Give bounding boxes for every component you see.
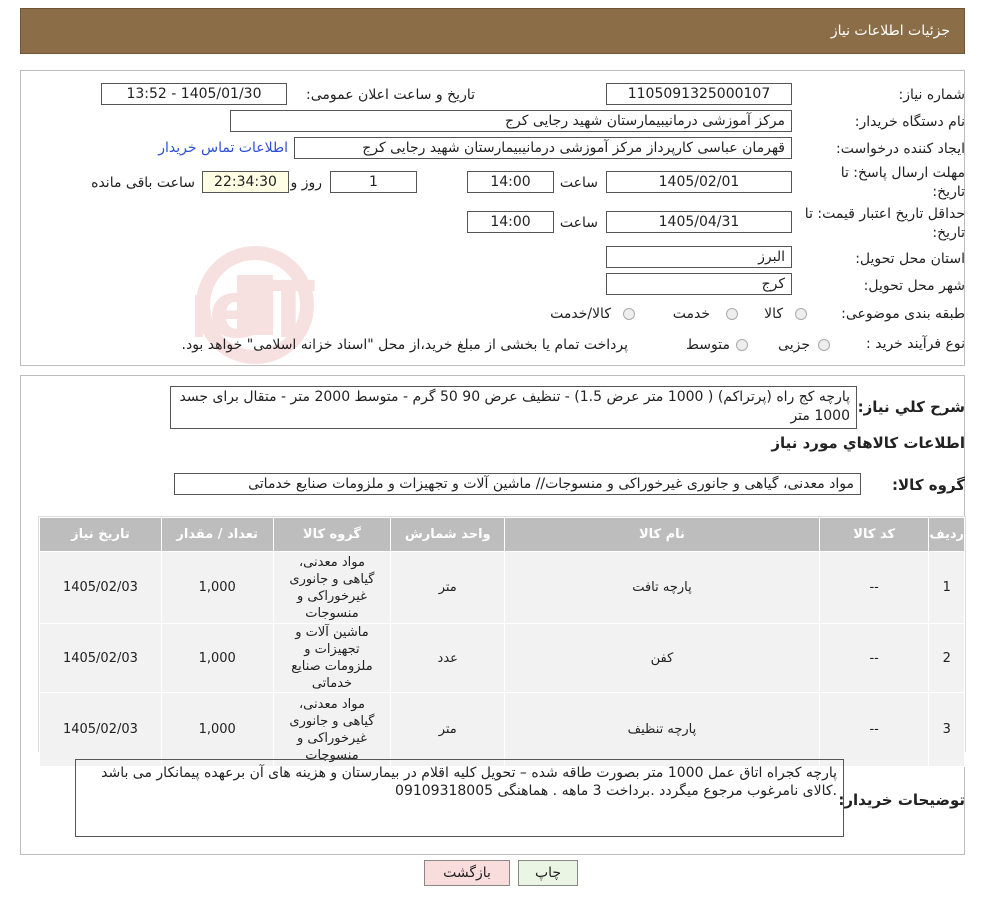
days-label: روز و [290,175,323,191]
buyer-notes-label: توضیحات خریدار: [838,791,965,809]
row-group: مواد معدنی، گیاهی و جانوری غیرخوراکی و م… [272,551,392,624]
row-date: 1405/02/03 [39,692,162,767]
col-unit: واحد شمارش [390,517,506,552]
deadline-date-field: 1405/02/01 [606,171,792,193]
buyer-org-field: مرکز آموزشی درمانیبیمارستان شهید رجایی ک… [230,110,792,132]
print-button[interactable]: چاپ [518,860,578,886]
row-index: 3 [928,692,965,767]
row-unit: متر [390,551,506,624]
need-number-field: 1105091325000107 [606,83,792,105]
goods-group-label: گروه کالا: [892,476,965,494]
validity-time-field: 14:00 [467,211,554,233]
col-name: نام کالا [504,517,820,552]
goods-table-wrapper: ردیف کد کالا نام کالا واحد شمارش گروه کا… [38,516,966,767]
row-date: 1405/02/03 [39,551,162,624]
city-field: کرج [606,273,792,295]
summary-label: شرح کلي نياز: [857,398,965,416]
row-index: 2 [928,623,965,693]
row-code: -- [818,623,930,693]
row-name: پارچه تنظیف [504,692,820,767]
deadline-time-field: 14:00 [467,171,554,193]
row-unit: عدد [390,623,506,693]
validity-label-date: تاریخ: [932,225,965,241]
table-row: 1 -- پارچه تافت متر مواد معدنی، گیاهی و … [39,551,965,624]
page-header: جزئیات اطلاعات نیاز [20,8,965,54]
remaining-time-field: 22:34:30 [202,171,289,193]
category-option-goods-service: کالا/خدمت [550,306,611,322]
summary-textarea[interactable]: پارچه کج راه (پرتراکم) ( 1000 متر عرض 1.… [170,386,857,429]
province-label: استان محل تحویل: [855,251,965,267]
row-date: 1405/02/03 [39,623,162,693]
goods-info-title: اطلاعات کالاهاي مورد نياز [771,434,965,452]
buyer-notes-text: پارچه کجراه اتاق عمل 1000 متر بصورت طاقه… [101,765,837,799]
buyer-contact-link[interactable]: اطلاعات تماس خریدار [158,140,288,156]
buyer-notes-textarea[interactable]: پارچه کجراه اتاق عمل 1000 متر بصورت طاقه… [75,759,844,837]
process-radio-minor[interactable] [818,339,830,351]
row-index: 1 [928,551,965,624]
creator-field: قهرمان عباسی کارپرداز مرکز آموزشی درمانی… [294,137,792,159]
category-radio-goods-service[interactable] [623,308,635,320]
back-button[interactable]: بازگشت [424,860,510,886]
process-radio-medium[interactable] [736,339,748,351]
col-qty: تعداد / مقدار [160,517,274,552]
category-radio-service[interactable] [726,308,738,320]
row-group: ماشین آلات و تجهیزات و ملزومات صنایع خدم… [272,623,392,693]
table-row: 3 -- پارچه تنظیف متر مواد معدنی، گیاهی و… [39,692,965,767]
row-name: پارچه تافت [504,551,820,624]
category-option-service: خدمت [672,306,710,322]
page-title: جزئیات اطلاعات نیاز [830,23,950,39]
row-qty: 1,000 [160,623,274,693]
need-number-label: شماره نیاز: [898,87,966,103]
category-label: طبقه بندی موضوعی: [841,306,965,322]
announce-date-field: 1405/01/30 - 13:52 [101,83,287,105]
col-group: گروه کالا [272,517,392,552]
deadline-time-label: ساعت [559,175,598,191]
process-type-label: نوع فرآیند خرید : [866,336,965,352]
creator-label: ایجاد کننده درخواست: [836,141,965,157]
row-unit: متر [390,692,506,767]
category-option-goods: کالا [764,306,783,322]
goods-group-field: مواد معدنی، گیاهی و جانوری غیرخوراکی و م… [174,473,861,495]
province-field: البرز [606,246,792,268]
col-code: کد کالا [818,517,930,552]
remaining-time-label: ساعت باقی مانده [91,175,195,191]
deadline-label-date: تاریخ: [932,184,965,200]
goods-table: ردیف کد کالا نام کالا واحد شمارش گروه کا… [39,517,965,767]
process-payment-note: پرداخت تمام یا بخشی از مبلغ خرید،از محل … [181,337,628,353]
buyer-org-label: نام دستگاه خریدار: [854,114,965,130]
validity-date-field: 1405/04/31 [606,211,792,233]
deadline-label: مهلت ارسال پاسخ: تا [840,165,965,181]
remaining-days-field: 1 [330,171,417,193]
category-radio-goods[interactable] [795,308,807,320]
goods-table-header: ردیف کد کالا نام کالا واحد شمارش گروه کا… [39,517,965,552]
validity-time-label: ساعت [559,215,598,231]
row-code: -- [818,551,930,624]
row-qty: 1,000 [160,551,274,624]
col-index: ردیف [928,517,965,552]
validity-label: حداقل تاریخ اعتبار قیمت: تا [804,206,965,222]
table-row: 2 -- کفن عدد ماشین آلات و تجهیزات و ملزو… [39,623,965,693]
row-code: -- [818,692,930,767]
announce-date-label: تاریخ و ساعت اعلان عمومی: [306,87,475,103]
process-option-medium: متوسط [686,337,730,353]
row-group: مواد معدنی، گیاهی و جانوری غیرخوراکی و م… [272,692,392,767]
process-option-minor: جزیی [778,337,810,353]
col-date: تاریخ نیاز [39,517,162,552]
summary-text: پارچه کج راه (پرتراکم) ( 1000 متر عرض 1.… [179,389,851,424]
city-label: شهر محل تحویل: [863,278,965,294]
row-name: کفن [504,623,820,693]
row-qty: 1,000 [160,692,274,767]
